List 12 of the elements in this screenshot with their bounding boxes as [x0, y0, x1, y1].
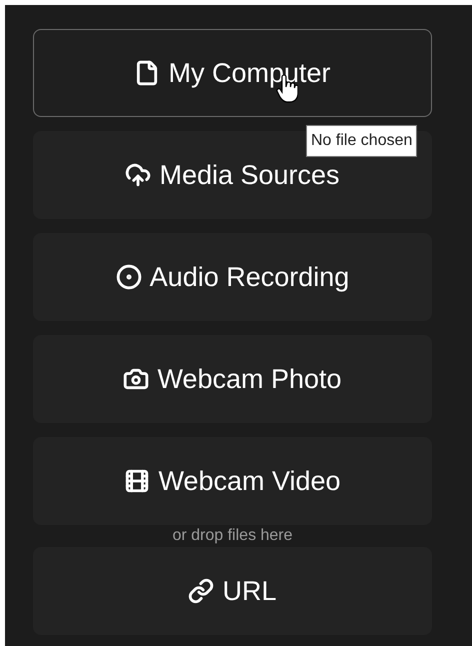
source-button[interactable]: My Computer: [33, 29, 432, 117]
record-icon: [116, 264, 142, 290]
source-button[interactable]: Webcam Photo: [33, 335, 432, 423]
source-button[interactable]: URL: [33, 547, 432, 635]
source-button[interactable]: Audio Recording: [33, 233, 432, 321]
tooltip: No file chosen: [306, 125, 418, 157]
link-icon: [188, 578, 214, 604]
source-button[interactable]: Webcam Video: [33, 437, 432, 525]
camera-icon: [123, 366, 150, 392]
cloud-upload-icon: [125, 162, 152, 188]
drop-hint: or drop files here: [172, 527, 293, 545]
film-icon: [124, 468, 150, 494]
